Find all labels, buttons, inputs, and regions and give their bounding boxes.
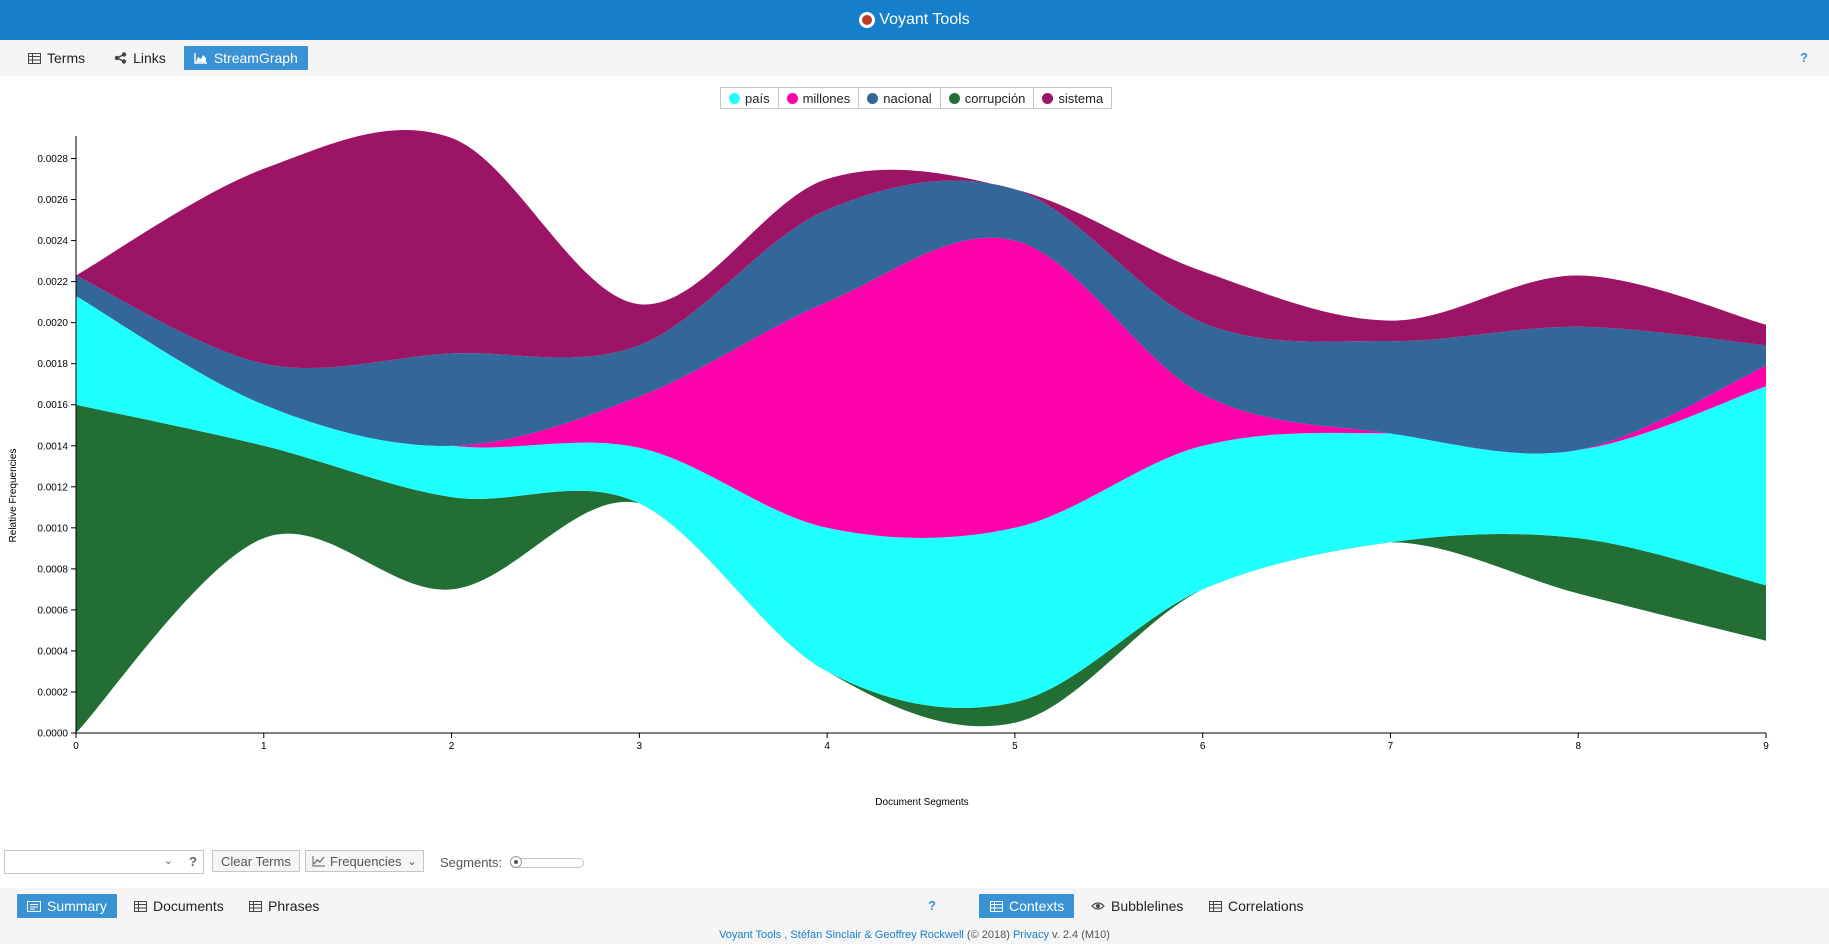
tab-correlations[interactable]: Correlations [1198, 894, 1313, 918]
help-icon[interactable]: ? [928, 898, 936, 913]
y-tick-label: 0.0016 [37, 400, 68, 411]
line-chart-icon [312, 855, 326, 867]
clear-terms-button[interactable]: Clear Terms [212, 850, 300, 872]
y-tick-label: 0.0002 [37, 687, 68, 698]
summary-icon [27, 900, 41, 912]
footer-voyant-link[interactable]: Voyant Tools [719, 929, 781, 941]
top-tab-bar: Terms Links StreamGraph [0, 40, 1829, 76]
frequencies-menu-button[interactable]: Frequencies ⌄ [305, 850, 424, 872]
y-tick-label: 0.0010 [37, 523, 68, 534]
x-axis-label: Document Segments [875, 797, 968, 808]
y-tick-label: 0.0008 [37, 564, 68, 575]
tab-links[interactable]: Links [103, 46, 176, 70]
tab-contexts[interactable]: Contexts [979, 894, 1075, 918]
y-tick-label: 0.0000 [37, 729, 68, 740]
tab-bubblelines[interactable]: Bubblelines [1081, 894, 1193, 918]
slider-thumb[interactable] [510, 856, 522, 868]
segments-label: Segments: [440, 855, 503, 870]
help-icon[interactable]: ? [189, 854, 197, 869]
chevron-down-icon: ⌄ [407, 855, 417, 868]
x-tick-label: 5 [1012, 741, 1018, 752]
tab-correlations-label: Correlations [1228, 898, 1304, 914]
y-tick-label: 0.0018 [37, 359, 68, 370]
y-tick-label: 0.0026 [37, 195, 68, 206]
x-tick-label: 1 [261, 741, 267, 752]
x-tick-label: 9 [1763, 741, 1769, 752]
tab-phrases-label: Phrases [268, 898, 320, 914]
x-tick-label: 0 [73, 741, 79, 752]
chevron-down-icon[interactable]: ⌄ [164, 854, 173, 867]
y-tick-label: 0.0024 [37, 236, 68, 247]
y-tick-label: 0.0028 [37, 154, 68, 165]
help-icon[interactable]: ? [1800, 50, 1808, 65]
share-icon [113, 52, 127, 64]
footer-privacy-link[interactable]: Privacy [1013, 929, 1049, 941]
x-tick-label: 7 [1388, 741, 1394, 752]
term-select-combobox[interactable]: ⌄ ? [4, 850, 204, 874]
y-tick-label: 0.0012 [37, 482, 68, 493]
tab-streamgraph-label: StreamGraph [213, 50, 298, 66]
tab-bubblelines-label: Bubblelines [1111, 898, 1184, 914]
tab-phrases[interactable]: Phrases [238, 894, 329, 918]
frequencies-label: Frequencies [330, 853, 402, 869]
area-chart-icon [194, 52, 208, 64]
table-icon [1208, 900, 1222, 912]
y-tick-label: 0.0004 [37, 646, 68, 657]
app-titlebar: Voyant Tools [0, 0, 1829, 40]
x-tick-label: 3 [637, 741, 643, 752]
tab-documents-label: Documents [153, 898, 224, 914]
bottom-tab-bar: Summary Documents Phrases ? Contexts Bub… [0, 888, 1829, 924]
segments-slider[interactable] [510, 856, 584, 868]
tab-contexts-label: Contexts [1009, 898, 1065, 914]
x-tick-label: 8 [1575, 741, 1581, 752]
y-axis-label: Relative Frequencies [8, 449, 19, 543]
footer: Voyant Tools , Stéfan Sinclair & Geoffre… [0, 924, 1829, 944]
tab-links-label: Links [133, 50, 166, 66]
table-icon [989, 900, 1003, 912]
footer-copyright: (© 2018) [963, 929, 1013, 941]
tab-documents[interactable]: Documents [123, 894, 234, 918]
streamgraph-chart: 0 1 2 3 4 5 6 7 8 9 0.0000 0.0002 0.0004 0.0006 0.0008… [8, 130, 1769, 808]
eye-icon [1091, 901, 1105, 911]
x-tick-label: 6 [1200, 741, 1206, 752]
x-tick-label: 4 [824, 741, 830, 752]
app-title: Voyant Tools [879, 11, 970, 28]
footer-version: v. 2.4 (M10) [1049, 929, 1110, 941]
voyant-logo-icon [859, 12, 876, 28]
tab-summary[interactable]: Summary [17, 894, 117, 918]
footer-authors-link[interactable]: Stéfan Sinclair & Geoffrey Rockwell [790, 929, 963, 941]
y-tick-label: 0.0020 [37, 318, 68, 329]
table-icon [27, 52, 41, 64]
y-tick-label: 0.0014 [37, 441, 68, 452]
table-icon [133, 900, 147, 912]
tab-summary-label: Summary [47, 898, 107, 914]
tab-terms-label: Terms [47, 50, 86, 66]
x-tick-label: 2 [449, 741, 455, 752]
y-tick-label: 0.0006 [37, 605, 68, 616]
tab-terms[interactable]: Terms [17, 46, 95, 70]
tab-streamgraph[interactable]: StreamGraph [183, 46, 308, 70]
table-icon [248, 900, 262, 912]
y-tick-label: 0.0022 [37, 277, 68, 288]
